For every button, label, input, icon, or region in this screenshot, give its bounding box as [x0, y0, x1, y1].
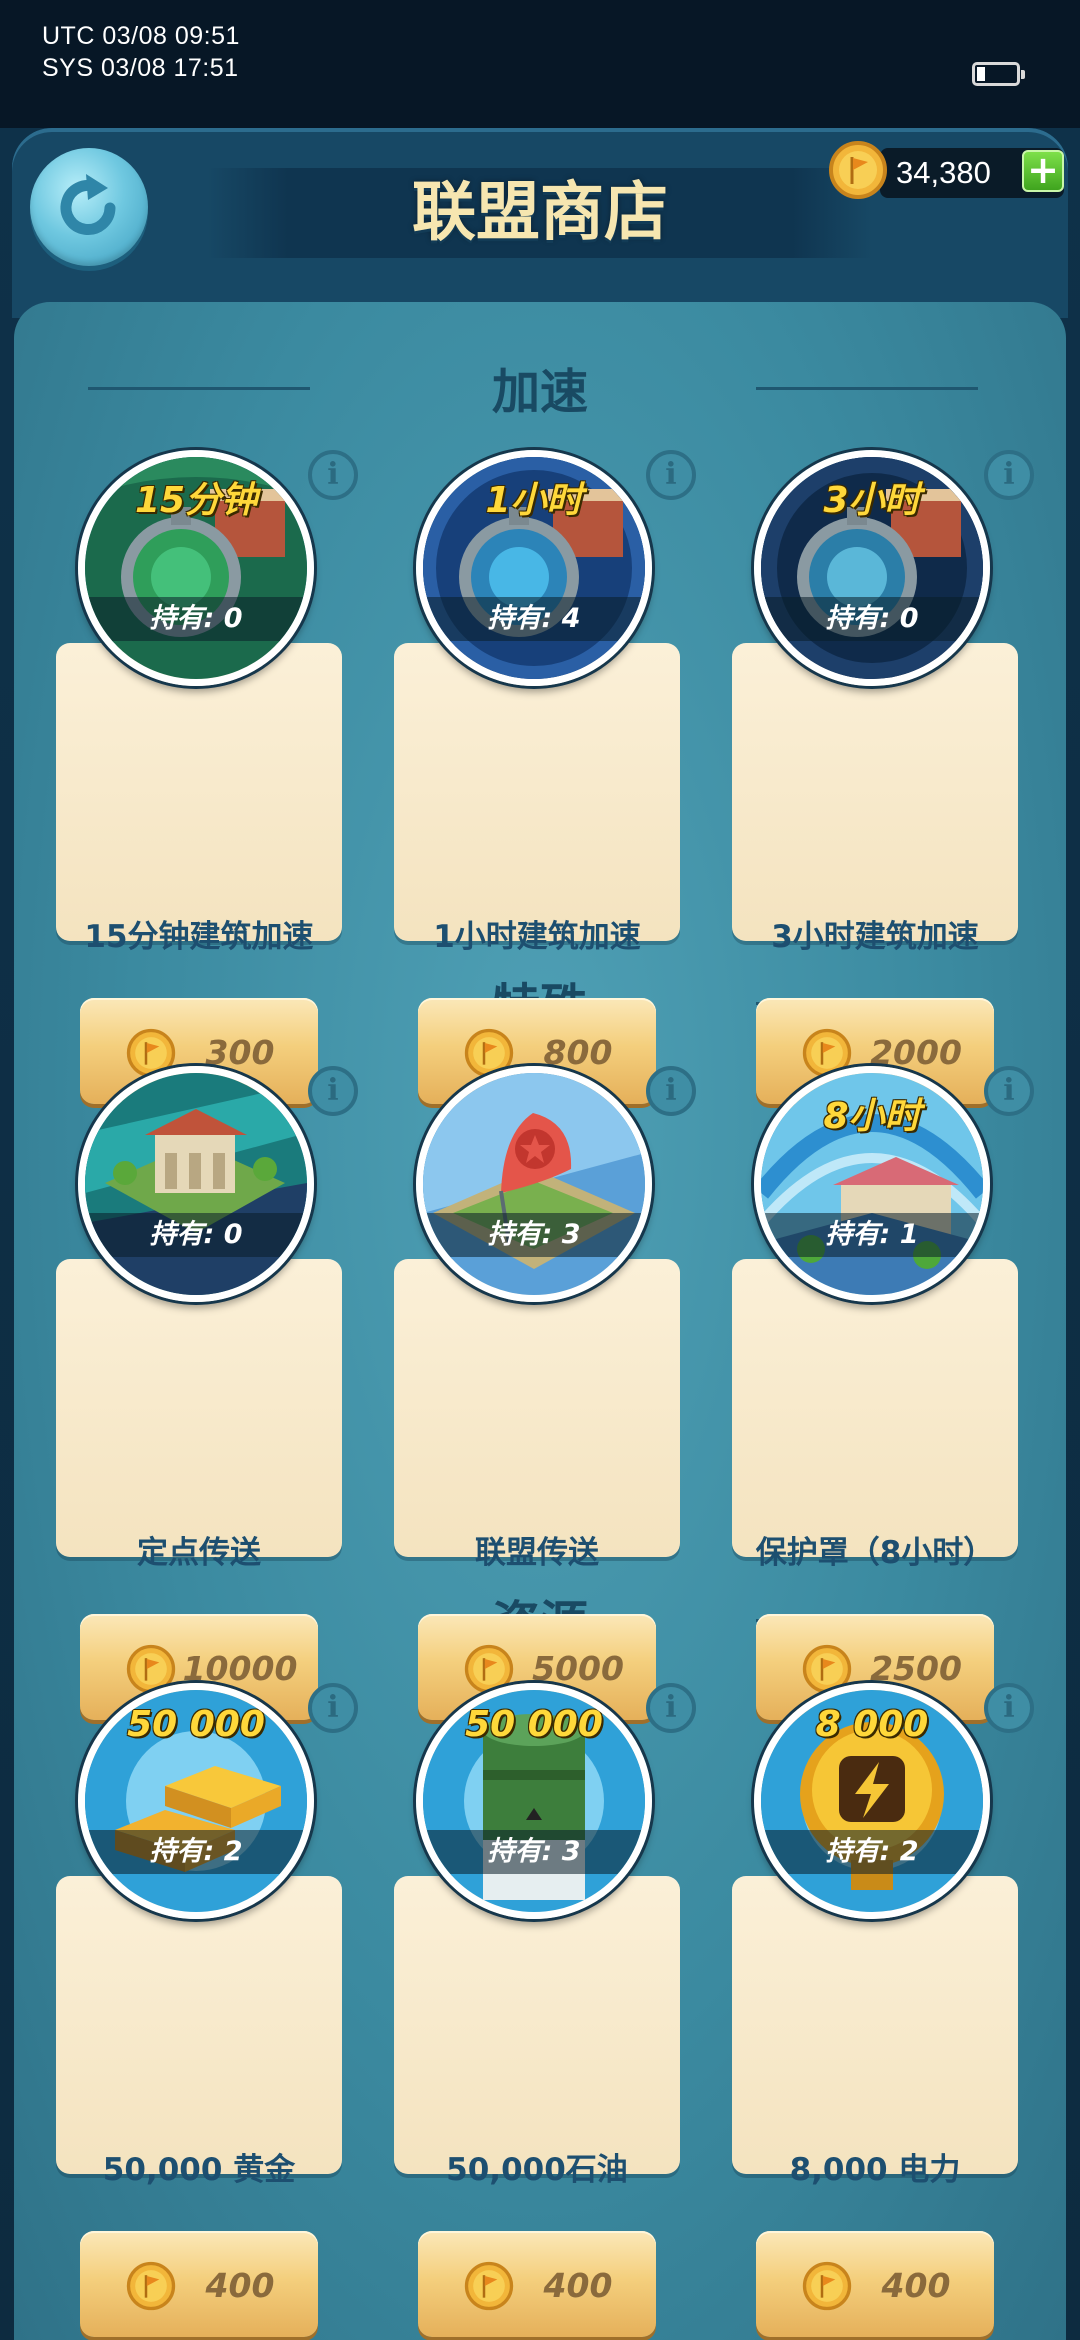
item-card: 50,000石油 400	[394, 1876, 680, 2337]
info-icon[interactable]: i	[646, 450, 696, 500]
item-name: 8,000 电力	[789, 2152, 961, 2188]
owned-count: 持有: 0	[825, 603, 919, 634]
item-name: 1小时建筑加速	[433, 919, 641, 955]
item-card: 50,000 黄金 400	[56, 1876, 342, 2337]
alliance-teleport-flag-icon	[423, 1073, 645, 1295]
shop-item: 1小时建筑加速 800 1小时 持有: 4 i	[394, 450, 696, 1104]
item-image[interactable]: 1小时 持有: 4	[416, 450, 652, 686]
alliance-coin-icon	[802, 2261, 852, 2311]
shop-item: 联盟传送 5000 持有: 3 i	[394, 1066, 696, 1720]
amount-label: 1小时	[485, 480, 583, 521]
shop-item: 定点传送 10000 持有: 0 i	[56, 1066, 358, 1720]
amount-label: 3小时	[823, 480, 921, 521]
currency-amount: 34,380	[896, 155, 991, 190]
shop-item: 50,000 黄金 400 50 000 持有: 2 i	[56, 1683, 358, 2337]
amount-label: 50 000	[465, 1704, 603, 1745]
back-arrow-icon	[60, 174, 116, 235]
owned-count: 持有: 1	[825, 1219, 919, 1250]
item-image[interactable]: 8小时 持有: 1	[754, 1066, 990, 1302]
item-name: 15分钟建筑加速	[84, 919, 314, 955]
item-card: 定点传送 10000	[56, 1259, 342, 1720]
item-card: 1小时建筑加速 800	[394, 643, 680, 1104]
item-name: 联盟传送	[475, 1535, 599, 1571]
teleport-building-icon	[85, 1073, 307, 1295]
owned-count: 持有: 0	[149, 1219, 243, 1250]
item-name: 保护罩（8小时）	[755, 1535, 995, 1571]
item-image[interactable]: 50 000 持有: 2	[78, 1683, 314, 1919]
item-image[interactable]: 持有: 0	[78, 1066, 314, 1302]
info-icon[interactable]: i	[308, 1066, 358, 1116]
shop-item: 3小时建筑加速 2000 3小时 持有: 0 i	[732, 450, 1034, 1104]
item-card: 8,000 电力 400	[732, 1876, 1018, 2337]
owned-count: 持有: 3	[487, 1836, 581, 1867]
buy-button[interactable]: 400	[80, 2231, 318, 2337]
shop-item: 50,000石油 400 50 000 持有: 3 i	[394, 1683, 696, 2337]
item-name: 定点传送	[137, 1535, 261, 1571]
battery-icon	[972, 62, 1025, 86]
divider	[756, 387, 978, 390]
shop-item: 保护罩（8小时） 2500 8小时 持有: 1 i	[732, 1066, 1034, 1720]
info-icon[interactable]: i	[984, 1683, 1034, 1733]
item-price: 400	[543, 2266, 613, 2305]
status-bar: UTC 03/08 09:51 SYS 03/08 17:51	[0, 0, 1080, 128]
item-image[interactable]: 50 000 持有: 3	[416, 1683, 652, 1919]
info-icon[interactable]: i	[984, 1066, 1034, 1116]
info-icon[interactable]: i	[646, 1066, 696, 1116]
owned-count: 持有: 2	[825, 1836, 919, 1867]
amount-label: 50 000	[127, 1704, 265, 1745]
sys-time: SYS 03/08 17:51	[42, 54, 239, 82]
info-icon[interactable]: i	[984, 450, 1034, 500]
item-price: 400	[881, 2266, 951, 2305]
info-icon[interactable]: i	[308, 450, 358, 500]
item-card: 3小时建筑加速 2000	[732, 643, 1018, 1104]
owned-count: 持有: 3	[487, 1219, 581, 1250]
owned-count: 持有: 2	[149, 1836, 243, 1867]
item-card: 15分钟建筑加速 300	[56, 643, 342, 1104]
back-button[interactable]	[30, 148, 148, 266]
item-image[interactable]: 持有: 3	[416, 1066, 652, 1302]
item-image[interactable]: 15分钟 持有: 0	[78, 450, 314, 686]
owned-count: 持有: 4	[487, 603, 581, 634]
alliance-coin-icon	[464, 2261, 514, 2311]
buy-button[interactable]: 400	[756, 2231, 994, 2337]
item-card: 保护罩（8小时） 2500	[732, 1259, 1018, 1720]
owned-count: 持有: 0	[149, 603, 243, 634]
alliance-coin-icon	[126, 2261, 176, 2311]
info-icon[interactable]: i	[646, 1683, 696, 1733]
amount-label: 15分钟	[134, 480, 258, 521]
amount-label: 8小时	[823, 1096, 921, 1137]
utc-time: UTC 03/08 09:51	[42, 22, 240, 50]
shop-item: 15分钟建筑加速 300 15分钟 持有: 0 i	[56, 450, 358, 1104]
item-name: 50,000 黄金	[102, 2152, 296, 2188]
shop-item: 8,000 电力 400 8 000 持有: 2 i	[732, 1683, 1034, 2337]
amount-label: 8 000	[815, 1704, 929, 1745]
item-card: 联盟传送 5000	[394, 1259, 680, 1720]
add-currency-button[interactable]: +	[1022, 150, 1064, 192]
item-image[interactable]: 3小时 持有: 0	[754, 450, 990, 686]
item-name: 3小时建筑加速	[771, 919, 979, 955]
item-name: 50,000石油	[446, 2152, 628, 2188]
item-price: 400	[205, 2266, 275, 2305]
item-image[interactable]: 8 000 持有: 2	[754, 1683, 990, 1919]
info-icon[interactable]: i	[308, 1683, 358, 1733]
buy-button[interactable]: 400	[418, 2231, 656, 2337]
alliance-coin-icon	[829, 141, 887, 199]
